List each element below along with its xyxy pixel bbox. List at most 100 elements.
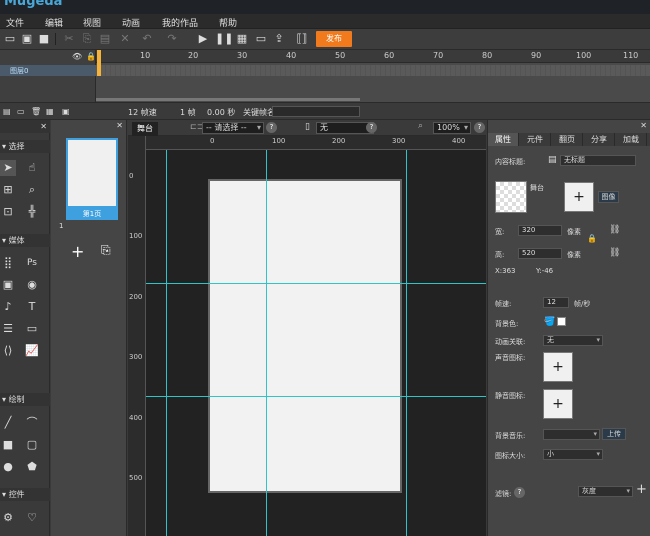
heart-icon[interactable]: ♡ bbox=[24, 510, 40, 526]
video-icon[interactable]: ◉ bbox=[24, 277, 40, 293]
playhead[interactable] bbox=[97, 50, 101, 76]
transform-tool-icon[interactable]: ⊞ bbox=[0, 182, 16, 198]
ps-icon[interactable]: Ps bbox=[24, 255, 40, 271]
tab-symbols[interactable]: 元件 bbox=[520, 133, 551, 146]
layer-row[interactable]: 图层0 bbox=[0, 65, 96, 76]
chart-icon[interactable]: 📈 bbox=[24, 343, 40, 359]
image-button[interactable]: 图像 bbox=[598, 191, 619, 203]
keyframe-name-input[interactable] bbox=[272, 106, 360, 117]
arrow-tool-icon[interactable]: ➤ bbox=[0, 160, 16, 176]
ellipse-tool-icon[interactable]: ● bbox=[0, 459, 16, 475]
page-thumbnail[interactable]: 第1页 bbox=[66, 138, 118, 220]
redo-icon[interactable]: ↷ bbox=[165, 32, 179, 46]
object-select-dropdown[interactable]: -- 请选择 -- ▾ bbox=[202, 122, 264, 134]
rounded-rect-tool-icon[interactable]: ▢ bbox=[24, 437, 40, 453]
guide-line[interactable] bbox=[146, 283, 486, 284]
menu-animation[interactable]: 动画 bbox=[122, 16, 140, 29]
add-stage-image-button[interactable]: + bbox=[564, 182, 594, 212]
html-icon[interactable]: ⟨⟩ bbox=[0, 343, 16, 359]
help-icon[interactable]: ? bbox=[514, 487, 525, 498]
lock-icon[interactable]: 🔒 bbox=[86, 52, 96, 61]
cut-icon[interactable]: ✂ bbox=[62, 32, 76, 46]
line-tool-icon[interactable]: ╱ bbox=[0, 415, 16, 431]
horizontal-ruler[interactable]: 0 100 200 300 400 bbox=[146, 136, 486, 150]
delete-icon[interactable]: ✕ bbox=[118, 32, 132, 46]
control-section-header[interactable]: ▾ 控件 bbox=[0, 488, 50, 501]
copy-layer-icon[interactable]: ▣ bbox=[62, 107, 70, 116]
filter-select[interactable]: 灰度 ▾ bbox=[578, 486, 633, 497]
link-icon[interactable]: ⛓ bbox=[609, 248, 620, 258]
close-icon[interactable]: ✕ bbox=[116, 121, 123, 130]
draw-section-header[interactable]: ▾ 绘制 bbox=[0, 393, 50, 406]
stage-canvas[interactable] bbox=[208, 179, 402, 493]
folder-icon[interactable]: ▭ bbox=[17, 107, 25, 116]
vertical-ruler[interactable]: 0 100 200 300 400 500 bbox=[128, 136, 146, 536]
rect-tool-icon[interactable]: ■ bbox=[0, 437, 16, 453]
stage-background-preview[interactable] bbox=[495, 181, 527, 213]
guide-line[interactable] bbox=[146, 396, 486, 397]
copy-icon[interactable]: ⎘ bbox=[80, 32, 94, 46]
tab-properties[interactable]: 属性 bbox=[488, 133, 519, 146]
image-icon[interactable]: ▣ bbox=[0, 277, 16, 293]
control-widget-icon[interactable]: ⚙ bbox=[0, 510, 16, 526]
trash-icon[interactable]: 🗑 bbox=[31, 107, 41, 116]
menu-edit[interactable]: 编辑 bbox=[45, 16, 63, 29]
code-icon[interactable]: ⟦⟧ bbox=[295, 32, 309, 46]
paste-icon[interactable]: ▤ bbox=[98, 32, 112, 46]
undo-icon[interactable]: ↶ bbox=[140, 32, 154, 46]
preview-icon[interactable]: ▦ bbox=[235, 32, 249, 46]
eye-icon[interactable]: 👁 bbox=[72, 52, 82, 61]
add-sound-icon-button[interactable]: + bbox=[543, 352, 573, 382]
guide-line[interactable] bbox=[406, 150, 407, 536]
add-page-icon[interactable]: + bbox=[71, 242, 84, 261]
polygon-tool-icon[interactable]: ⬟ bbox=[24, 459, 40, 475]
bgcolor-swatch[interactable] bbox=[557, 317, 566, 326]
media-section-header[interactable]: ▾ 媒体 bbox=[0, 234, 50, 247]
menu-help[interactable]: 帮助 bbox=[219, 16, 237, 29]
timeline-ruler[interactable]: 10 20 30 40 50 60 70 80 90 100 110 bbox=[96, 50, 650, 63]
comment-icon[interactable]: ▭ bbox=[24, 321, 40, 337]
select-section-header[interactable]: ▾ 选择 bbox=[0, 140, 50, 153]
import-page-icon[interactable]: ⎘ bbox=[101, 243, 111, 258]
layer-props-icon[interactable]: ▦ bbox=[46, 107, 54, 116]
guide-line[interactable] bbox=[166, 150, 167, 536]
help-icon[interactable]: ? bbox=[366, 122, 377, 133]
node-tool-icon[interactable]: ☝ bbox=[24, 160, 40, 176]
close-icon[interactable]: ✕ bbox=[640, 121, 647, 130]
anim-link-select[interactable]: 无 ▾ bbox=[543, 335, 603, 346]
grid-media-icon[interactable]: ⣿ bbox=[0, 255, 16, 271]
tab-share[interactable]: 分享 bbox=[584, 133, 615, 146]
close-icon[interactable]: ✕ bbox=[40, 120, 47, 133]
tab-page-flip[interactable]: 翻页 bbox=[552, 133, 583, 146]
audio-icon[interactable]: ♪ bbox=[0, 299, 16, 315]
list-icon[interactable]: ☰ bbox=[0, 321, 16, 337]
play-icon[interactable]: ▶ bbox=[196, 32, 210, 46]
menu-view[interactable]: 视图 bbox=[83, 16, 101, 29]
link-icon[interactable]: ⛓ bbox=[609, 225, 620, 235]
frames-row[interactable] bbox=[96, 65, 650, 76]
menu-file[interactable]: 文件 bbox=[6, 16, 24, 29]
add-mute-icon-button[interactable]: + bbox=[543, 389, 573, 419]
stage-canvas-area[interactable] bbox=[146, 150, 486, 536]
aspect-lock-icon[interactable]: 🔒 bbox=[587, 234, 597, 243]
zoom-dropdown[interactable]: 100% ▾ bbox=[433, 122, 471, 134]
height-input[interactable]: 520 bbox=[518, 248, 562, 259]
curve-tool-icon[interactable]: ⌒ bbox=[24, 415, 40, 431]
menu-my-works[interactable]: 我的作品 bbox=[162, 16, 198, 29]
text-tool-icon[interactable]: T bbox=[24, 299, 40, 315]
guide-line[interactable] bbox=[266, 150, 267, 536]
group-tool-icon[interactable]: ⊡ bbox=[0, 204, 16, 220]
icon-size-select[interactable]: 小 ▾ bbox=[543, 449, 603, 460]
grid-tool-icon[interactable]: ╬ bbox=[24, 204, 40, 220]
export-icon[interactable]: ⇪ bbox=[272, 32, 286, 46]
save-icon[interactable]: ■ bbox=[37, 32, 51, 46]
fps-input[interactable]: 12 bbox=[543, 297, 569, 308]
pause-icon[interactable]: ❚❚ bbox=[215, 32, 233, 46]
bg-music-select[interactable]: ▾ bbox=[543, 429, 600, 440]
tab-loading[interactable]: 加载 bbox=[616, 133, 647, 146]
help-icon[interactable]: ? bbox=[266, 122, 277, 133]
device-preview-icon[interactable]: ▭ bbox=[254, 32, 268, 46]
new-icon[interactable]: ▭ bbox=[3, 32, 17, 46]
publish-button[interactable]: 发布 bbox=[316, 31, 352, 47]
upload-button[interactable]: 上传 bbox=[602, 428, 626, 440]
